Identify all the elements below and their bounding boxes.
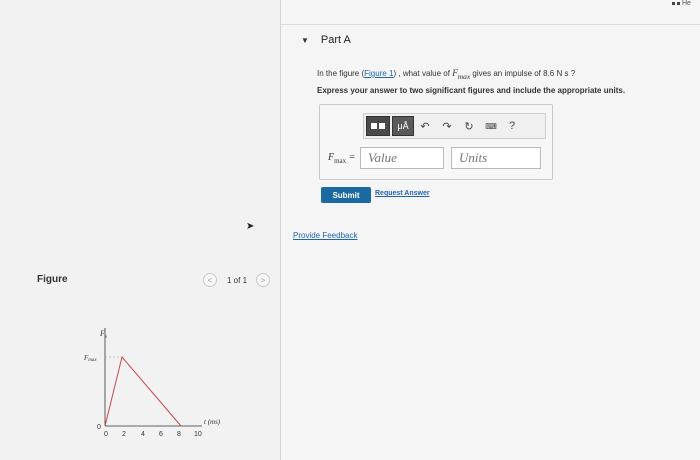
units-input[interactable] xyxy=(451,147,541,169)
math-toolbar: μÅ ↶ ↷ ↻ ⌨ ? xyxy=(363,113,546,139)
templates-icon[interactable] xyxy=(366,116,390,136)
prev-figure-button[interactable]: < xyxy=(203,273,217,287)
caret-down-icon[interactable]: ▼ xyxy=(301,36,309,45)
keyboard-icon[interactable]: ⌨ xyxy=(480,115,502,137)
equation-row: Fmax = xyxy=(328,147,541,169)
submit-button[interactable]: Submit xyxy=(321,187,371,203)
answer-box: μÅ ↶ ↷ ↻ ⌨ ? Fmax = xyxy=(319,104,553,180)
divider xyxy=(281,24,700,25)
figure-link[interactable]: Figure 1 xyxy=(364,69,393,78)
instruction-text: Express your answer to two significant f… xyxy=(317,86,626,95)
y-axis-label: Fx xyxy=(99,329,108,340)
reset-icon[interactable]: ↻ xyxy=(458,115,480,137)
mouse-cursor-icon: ➤ xyxy=(246,221,255,232)
part-header[interactable]: ▼ Part A xyxy=(301,34,351,46)
x-tick-label: 8 xyxy=(177,431,181,438)
origin-label: 0 xyxy=(97,424,101,431)
question-text: In the figure (Figure 1) , what value of… xyxy=(317,68,576,81)
x-tick-label: 2 xyxy=(122,431,126,438)
part-title: Part A xyxy=(320,34,351,46)
x-tick-label: 4 xyxy=(141,431,145,438)
units-symbol-button[interactable]: μÅ xyxy=(392,116,414,136)
figure-pager: < 1 of 1 > xyxy=(203,273,271,287)
pager-text: 1 of 1 xyxy=(227,275,248,285)
x-tick-label: 6 xyxy=(159,431,163,438)
figure-title: Figure xyxy=(37,274,68,285)
redo-icon[interactable]: ↷ xyxy=(436,115,458,137)
x-tick-label: 10 xyxy=(194,431,202,438)
fmax-axis-label: Fmax xyxy=(83,354,97,363)
x-tick-label: 0 xyxy=(104,431,108,438)
problem-panel: ▼ Part A In the figure (Figure 1) , what… xyxy=(281,0,700,460)
request-answer-link[interactable]: Request Answer xyxy=(375,190,430,197)
provide-feedback-link[interactable]: Provide Feedback xyxy=(293,231,357,240)
next-figure-button[interactable]: > xyxy=(256,273,271,287)
undo-icon[interactable]: ↶ xyxy=(414,115,436,137)
force-time-graph: Fx Fmax 0 0 2 4 6 8 10 t (ms) xyxy=(83,328,221,438)
value-input[interactable] xyxy=(360,147,444,169)
help-button[interactable]: ? xyxy=(502,115,522,137)
corner-badge: He xyxy=(672,0,691,7)
x-axis-label: t (ms) xyxy=(204,418,221,426)
fmax-variable: Fmax xyxy=(452,68,471,81)
force-curve xyxy=(104,355,182,427)
fmax-answer-label: Fmax = xyxy=(328,151,356,165)
